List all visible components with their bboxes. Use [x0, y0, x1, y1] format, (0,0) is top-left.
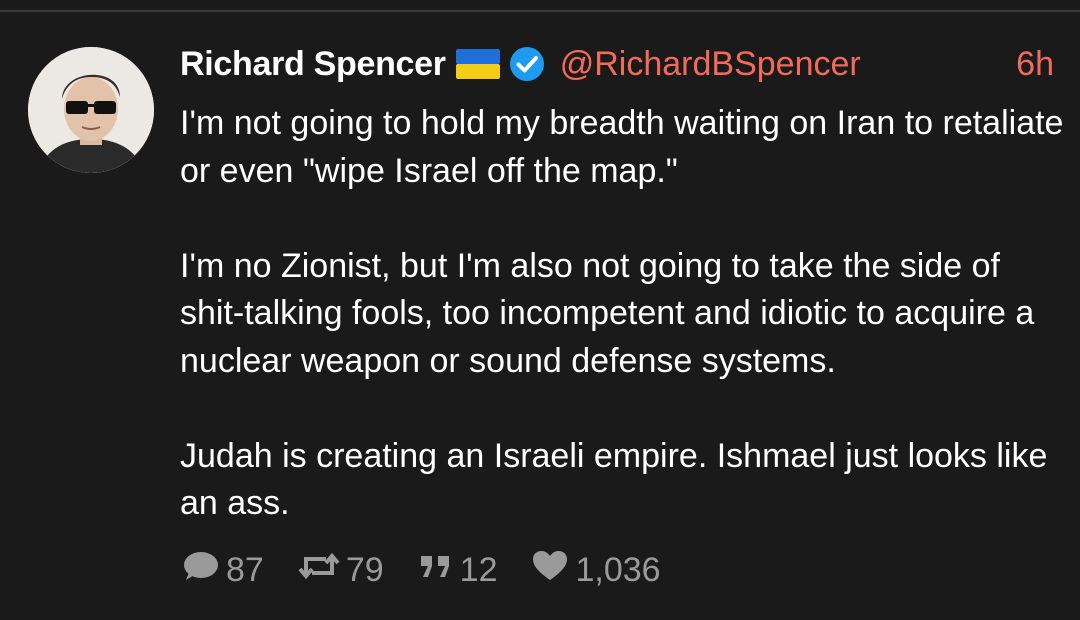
post-header: Richard Spencer @RichardBSpencer 6h	[180, 42, 1054, 86]
quote-button[interactable]: 12	[418, 550, 498, 591]
reply-icon	[180, 548, 226, 593]
top-divider	[0, 0, 1080, 12]
like-count: 1,036	[575, 550, 661, 589]
post-body: I'm not going to hold my breadth waiting…	[180, 100, 1070, 528]
heart-icon	[531, 549, 575, 592]
post-paragraph: Judah is creating an Israeli empire. Ish…	[180, 436, 1048, 523]
display-name[interactable]: Richard Spencer	[180, 45, 446, 84]
post[interactable]: Richard Spencer @RichardBSpencer 6h I'm …	[0, 12, 1080, 620]
handle[interactable]: @RichardBSpencer	[560, 45, 861, 84]
repost-icon	[298, 549, 346, 592]
quote-icon	[418, 550, 460, 591]
like-button[interactable]: 1,036	[531, 549, 661, 592]
avatar[interactable]	[28, 47, 154, 173]
reply-count: 87	[226, 550, 264, 589]
repost-count: 79	[345, 550, 384, 589]
post-paragraph: I'm not going to hold my breadth waiting…	[180, 104, 1064, 190]
post-paragraph: I'm no Zionist, but I'm also not going t…	[180, 246, 1035, 380]
action-bar: 87 79 12 1,036	[180, 547, 695, 593]
repost-button[interactable]: 79	[298, 549, 384, 592]
verified-badge-icon	[508, 45, 546, 83]
ukraine-flag-icon	[455, 49, 500, 79]
reply-button[interactable]: 87	[180, 548, 264, 593]
timestamp[interactable]: 6h	[1016, 45, 1054, 84]
quote-count: 12	[459, 550, 498, 589]
